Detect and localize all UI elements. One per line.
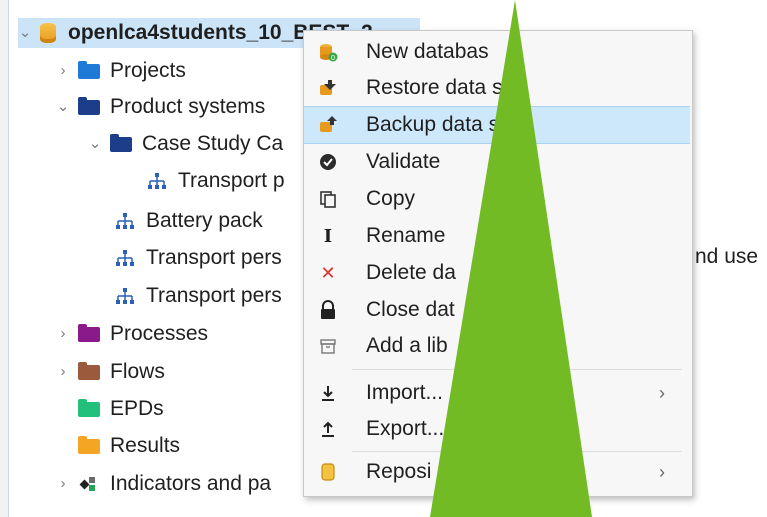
tree-item-indicators[interactable]: › Indicators and pa [56, 469, 272, 499]
chevron-right-icon[interactable]: › [56, 56, 70, 86]
tree-item-projects[interactable]: › Projects [56, 56, 186, 86]
product-system-icon [114, 249, 136, 267]
tree-item-label: Transport p [178, 169, 285, 192]
clipped-text: nd use [695, 245, 759, 268]
tree-item-label: Battery pack [146, 209, 263, 232]
tree-item-product-system[interactable]: Transport pers [114, 243, 282, 273]
svg-text:0: 0 [331, 54, 335, 62]
product-system-icon [114, 212, 136, 230]
folder-icon [78, 435, 100, 454]
validate-icon [316, 150, 340, 174]
tree-item-label: Product systems [110, 95, 266, 118]
chevron-down-icon[interactable]: ⌄ [18, 18, 32, 48]
product-system-icon [114, 287, 136, 305]
menu-item-label: Copy [366, 187, 416, 210]
rename-icon: I [323, 225, 333, 247]
tree-item-product-systems[interactable]: ⌄ Product systems [56, 92, 266, 122]
tree-item-label: Results [110, 434, 181, 457]
menu-item-label: Validate [366, 150, 441, 173]
new-database-icon: 0 [316, 40, 340, 64]
folder-icon [78, 96, 100, 115]
menu-item-export[interactable]: Export... [304, 411, 690, 447]
import-icon [316, 381, 340, 405]
folder-icon [78, 361, 100, 380]
database-icon [40, 23, 56, 43]
tree-item-label: Case Study Ca [142, 132, 284, 155]
tree-item-product-system[interactable]: Battery pack [114, 206, 263, 236]
tree-item-processes[interactable]: › Processes [56, 319, 209, 349]
lock-icon [316, 298, 340, 322]
menu-item-new-database[interactable]: 0 New databas [304, 34, 690, 70]
tree-item-label: Indicators and pa [110, 472, 272, 495]
tree-item-label: Flows [110, 360, 165, 383]
menu-item-restore-database[interactable]: Restore data se [304, 70, 690, 106]
menu-separator [352, 369, 682, 370]
tree-item-case-study[interactable]: ⌄ Case Study Ca [88, 129, 284, 159]
menu-item-label: Reposi [366, 460, 432, 483]
tree-item-label: EPDs [110, 397, 164, 420]
restore-database-icon [316, 76, 340, 100]
menu-item-label: Restore data se [366, 76, 515, 99]
menu-item-close-database[interactable]: Close dat [304, 292, 690, 328]
submenu-arrow-icon: › [659, 461, 665, 482]
export-icon [316, 417, 340, 441]
menu-item-label: Backup data se [366, 113, 511, 136]
chevron-right-icon[interactable]: › [56, 319, 70, 349]
backup-database-icon [316, 113, 340, 137]
indicators-icon [78, 475, 100, 493]
context-menu: 0 New databas Restore data se Backup dat… [303, 30, 693, 497]
menu-separator [352, 451, 682, 452]
menu-item-label: New databas [366, 40, 489, 63]
folder-icon [110, 133, 132, 152]
menu-item-validate[interactable]: Validate [304, 144, 690, 180]
tree-item-label: Processes [110, 322, 209, 345]
menu-item-repository[interactable]: Reposi › [304, 454, 690, 490]
folder-icon [78, 398, 100, 417]
chevron-down-icon[interactable]: ⌄ [88, 129, 102, 159]
tree-item-flows[interactable]: › Flows [56, 357, 165, 387]
repository-icon [316, 460, 340, 484]
library-icon [316, 334, 340, 358]
menu-item-label: Close dat [366, 298, 455, 321]
menu-item-copy[interactable]: Copy [304, 181, 690, 217]
menu-item-import[interactable]: Import... › [304, 375, 690, 411]
menu-item-label: Import... [366, 381, 444, 404]
chevron-right-icon[interactable]: › [56, 357, 70, 387]
menu-item-label: Rename [366, 224, 446, 247]
copy-icon [316, 187, 340, 211]
menu-item-rename[interactable]: I Rename [304, 218, 690, 254]
tree-item-label: Transport pers [146, 284, 282, 307]
folder-icon [78, 60, 100, 79]
menu-item-add-library[interactable]: Add a lib [304, 328, 690, 364]
folder-icon [78, 323, 100, 342]
chevron-down-icon[interactable]: ⌄ [56, 92, 70, 122]
menu-item-label: Add a lib [366, 334, 448, 357]
tree-item-epds[interactable]: EPDs [78, 394, 164, 424]
chevron-right-icon[interactable]: › [56, 469, 70, 499]
menu-item-label: Export... [366, 417, 445, 440]
submenu-arrow-icon: › [659, 382, 665, 403]
menu-item-delete[interactable]: ✕ Delete da [304, 255, 690, 291]
menu-item-label: Delete da [366, 261, 456, 284]
tree-item-product-system[interactable]: Transport pers [114, 281, 282, 311]
menu-item-backup-database[interactable]: Backup data se [304, 106, 690, 144]
tree-item-label: Projects [110, 59, 186, 82]
tree-item-product-system[interactable]: Transport p [146, 166, 285, 196]
delete-icon: ✕ [320, 262, 336, 283]
product-system-icon [146, 172, 168, 190]
tree-item-results[interactable]: Results [78, 431, 180, 461]
tree-item-label: Transport pers [146, 246, 282, 269]
